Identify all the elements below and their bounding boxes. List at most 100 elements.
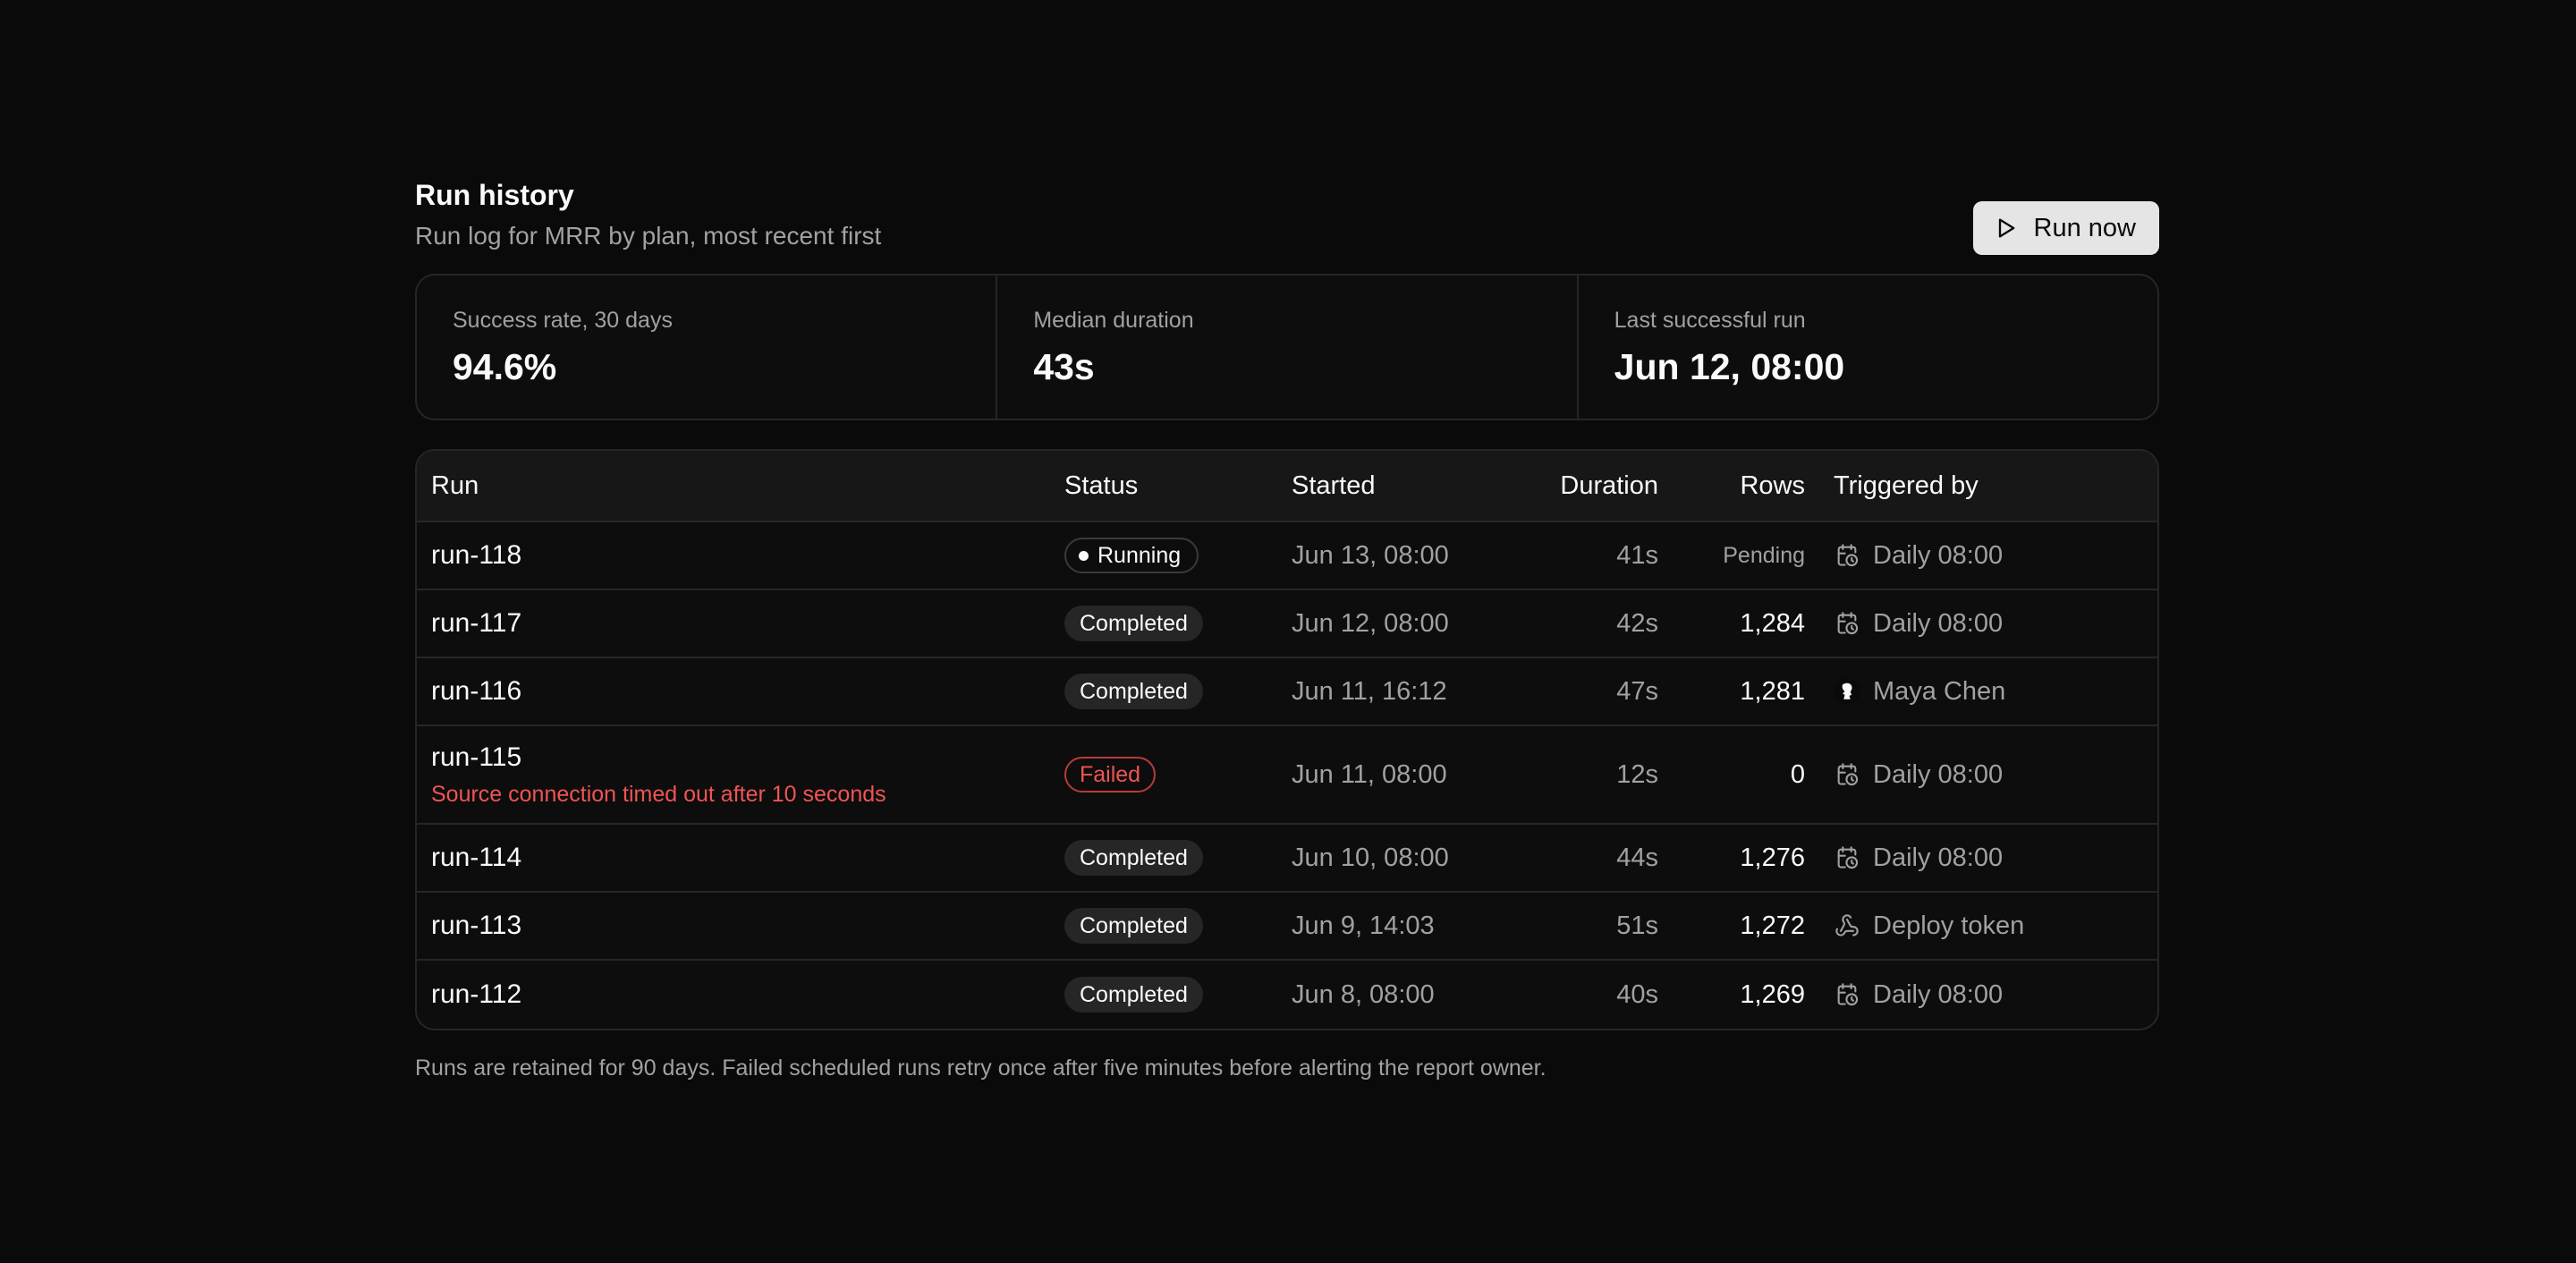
retention-note: Runs are retained for 90 days. Failed sc… bbox=[415, 1055, 1546, 1081]
stat-label: Success rate, 30 days bbox=[453, 308, 673, 333]
run-cell: run-113 bbox=[417, 910, 1064, 942]
stat-median-duration: Median duration 43s bbox=[997, 275, 1579, 419]
run-history-panel: Run history Run log for MRR by plan, mos… bbox=[415, 175, 2159, 1082]
calendar-clock-icon bbox=[1834, 761, 1860, 788]
table-row[interactable]: run-118 Running Jun 13, 08:00 41s Pendin… bbox=[417, 522, 2157, 590]
started-cell: Jun 12, 08:00 bbox=[1292, 608, 1449, 638]
duration-cell: 44s bbox=[1616, 843, 1658, 872]
run-id: run-118 bbox=[431, 540, 522, 570]
run-id: run-115 bbox=[431, 742, 522, 772]
runs-table: Run Status Started Duration Rows Trigger… bbox=[415, 449, 2159, 1030]
column-header-run: Run bbox=[431, 470, 479, 500]
triggered-by-cell: Deploy token bbox=[1805, 911, 2157, 941]
rows-cell: 1,269 bbox=[1740, 979, 1805, 1009]
started-cell: Jun 10, 08:00 bbox=[1292, 843, 1449, 872]
table-header: Run Status Started Duration Rows Trigger… bbox=[417, 451, 2157, 522]
run-cell: run-114 bbox=[417, 842, 1064, 874]
status-badge: Completed bbox=[1064, 606, 1203, 641]
duration-cell: 47s bbox=[1616, 676, 1658, 706]
status-label: Completed bbox=[1080, 610, 1188, 636]
page-title: Run history bbox=[415, 179, 574, 211]
run-now-label: Run now bbox=[2033, 213, 2136, 242]
status-label: Completed bbox=[1080, 844, 1188, 870]
run-now-button[interactable]: Run now bbox=[1972, 201, 2159, 255]
trigger-label: Maya Chen bbox=[1873, 676, 2006, 706]
table-body: run-118 Running Jun 13, 08:00 41s Pendin… bbox=[417, 522, 2157, 1029]
triggered-by-cell: Daily 08:00 bbox=[1805, 609, 2157, 639]
title-block: Run history Run log for MRR by plan, mos… bbox=[415, 177, 881, 254]
status-cell: Running bbox=[1064, 538, 1292, 573]
duration-cell: 51s bbox=[1616, 911, 1658, 940]
run-cell: run-118 bbox=[417, 539, 1064, 572]
run-cell: run-117 bbox=[417, 607, 1064, 640]
rows-cell: Pending bbox=[1723, 542, 1805, 568]
status-badge: Running bbox=[1064, 538, 1199, 573]
stat-label: Median duration bbox=[1033, 308, 1194, 333]
rows-cell: 0 bbox=[1790, 759, 1805, 789]
run-id: run-114 bbox=[431, 843, 522, 872]
stat-success-rate: Success rate, 30 days 94.6% bbox=[417, 275, 998, 419]
table-row[interactable]: run-112 Completed Jun 8, 08:00 40s 1,269… bbox=[417, 961, 2157, 1029]
triggered-by-cell: Daily 08:00 bbox=[1805, 760, 2157, 790]
triggered-by-cell: Maya Chen bbox=[1805, 677, 2157, 707]
status-cell: Completed bbox=[1064, 606, 1292, 641]
status-badge: Failed bbox=[1064, 757, 1157, 793]
column-header-triggered-by: Triggered by bbox=[1834, 470, 1979, 500]
run-cell: run-112 bbox=[417, 979, 1064, 1011]
trigger-label: Daily 08:00 bbox=[1873, 979, 2004, 1009]
duration-cell: 42s bbox=[1616, 608, 1658, 638]
status-label: Completed bbox=[1080, 678, 1188, 704]
status-label: Completed bbox=[1080, 912, 1188, 938]
started-cell: Jun 9, 14:03 bbox=[1292, 911, 1435, 940]
trigger-label: Daily 08:00 bbox=[1873, 759, 2004, 789]
run-id: run-117 bbox=[431, 608, 522, 638]
calendar-clock-icon bbox=[1834, 844, 1860, 871]
status-badge: Completed bbox=[1064, 674, 1203, 709]
status-cell: Completed bbox=[1064, 674, 1292, 709]
rows-cell: 1,281 bbox=[1740, 676, 1805, 706]
status-badge: Completed bbox=[1064, 840, 1203, 876]
status-label: Completed bbox=[1080, 981, 1188, 1007]
run-error-message: Source connection timed out after 10 sec… bbox=[431, 782, 886, 807]
avatar bbox=[1834, 678, 1860, 705]
status-label: Failed bbox=[1080, 761, 1141, 787]
run-id: run-113 bbox=[431, 911, 522, 940]
stats-summary: Success rate, 30 days 94.6% Median durat… bbox=[415, 274, 2159, 420]
status-cell: Completed bbox=[1064, 908, 1292, 944]
rows-cell: 1,284 bbox=[1740, 608, 1805, 638]
calendar-clock-icon bbox=[1834, 981, 1860, 1008]
table-row[interactable]: run-115 Source connection timed out afte… bbox=[417, 726, 2157, 825]
run-cell: run-116 bbox=[417, 675, 1064, 708]
column-header-status: Status bbox=[1064, 470, 1139, 500]
triggered-by-cell: Daily 08:00 bbox=[1805, 541, 2157, 571]
trigger-label: Deploy token bbox=[1873, 911, 2025, 940]
started-cell: Jun 11, 16:12 bbox=[1292, 676, 1447, 706]
calendar-clock-icon bbox=[1834, 542, 1860, 569]
rows-cell: 1,276 bbox=[1740, 843, 1805, 872]
stat-value: 43s bbox=[1033, 346, 1095, 387]
trigger-label: Daily 08:00 bbox=[1873, 608, 2004, 638]
webhook-icon bbox=[1834, 912, 1860, 939]
started-cell: Jun 13, 08:00 bbox=[1292, 540, 1449, 570]
started-cell: Jun 8, 08:00 bbox=[1292, 979, 1435, 1009]
run-id: run-112 bbox=[431, 979, 522, 1009]
column-header-started: Started bbox=[1292, 470, 1376, 500]
stat-last-successful-run: Last successful run Jun 12, 08:00 bbox=[1579, 275, 2157, 419]
stat-value: Jun 12, 08:00 bbox=[1614, 346, 1845, 387]
table-row[interactable]: run-116 Completed Jun 11, 16:12 47s 1,28… bbox=[417, 658, 2157, 726]
run-id: run-116 bbox=[431, 676, 522, 706]
column-header-duration: Duration bbox=[1560, 470, 1658, 500]
duration-cell: 12s bbox=[1616, 759, 1658, 789]
table-row[interactable]: run-117 Completed Jun 12, 08:00 42s 1,28… bbox=[417, 590, 2157, 658]
triggered-by-cell: Daily 08:00 bbox=[1805, 843, 2157, 873]
duration-cell: 41s bbox=[1616, 540, 1658, 570]
table-row[interactable]: run-114 Completed Jun 10, 08:00 44s 1,27… bbox=[417, 825, 2157, 893]
stat-label: Last successful run bbox=[1614, 308, 1806, 333]
status-label: Running bbox=[1097, 542, 1182, 568]
table-row[interactable]: run-113 Completed Jun 9, 14:03 51s 1,272… bbox=[417, 893, 2157, 961]
trigger-label: Daily 08:00 bbox=[1873, 843, 2004, 872]
trigger-label: Daily 08:00 bbox=[1873, 540, 2004, 570]
started-cell: Jun 11, 08:00 bbox=[1292, 759, 1447, 789]
page-subtitle: Run log for MRR by plan, most recent fir… bbox=[415, 222, 882, 250]
status-cell: Failed bbox=[1064, 757, 1292, 793]
